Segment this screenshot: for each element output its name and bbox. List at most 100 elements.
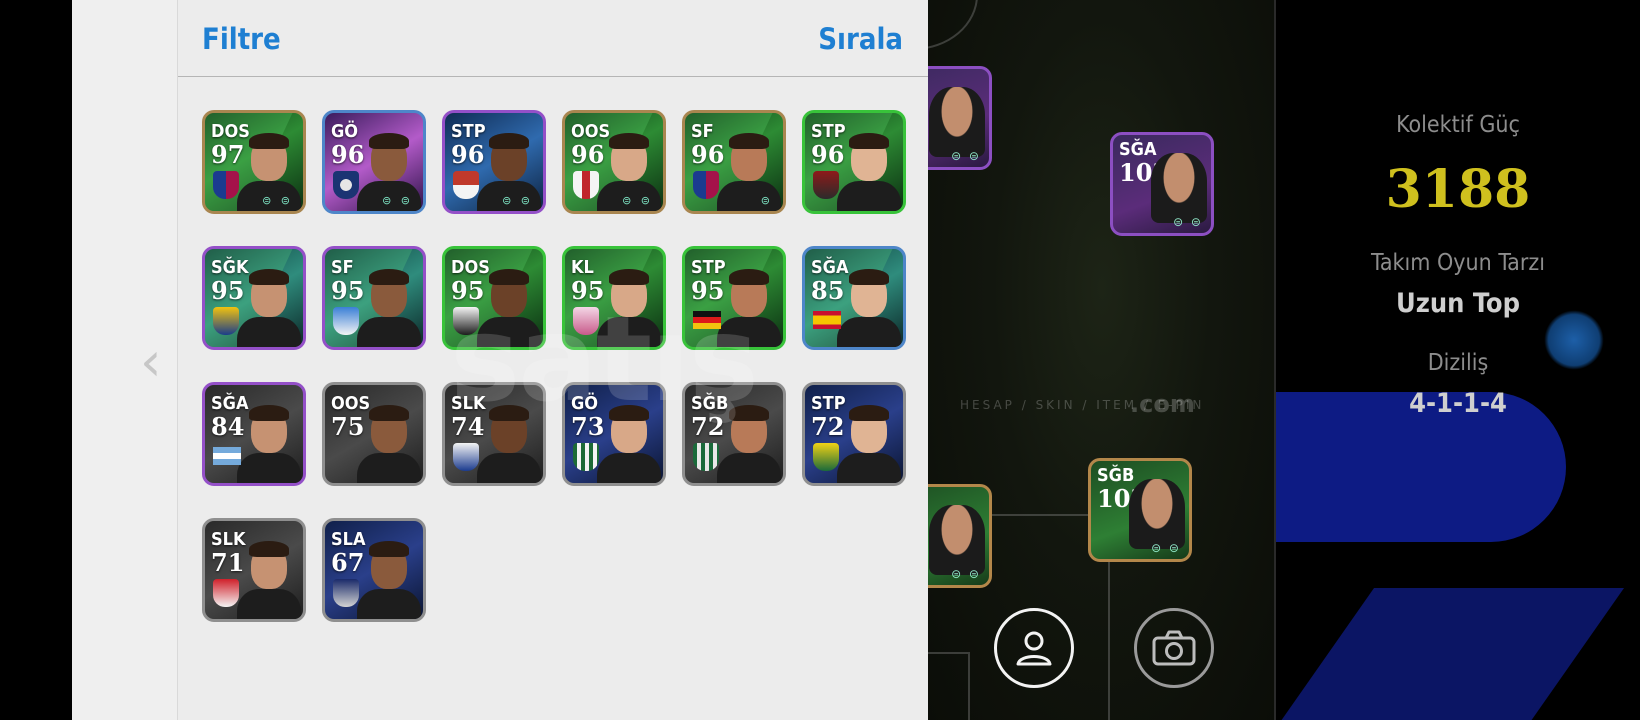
player-position: STP xyxy=(811,121,846,142)
player-rating: 95 xyxy=(451,276,485,305)
formation-value-row: 4-1-1-4 xyxy=(1276,388,1640,419)
player-card[interactable]: KL 95 xyxy=(562,246,666,350)
player-rating: 85 xyxy=(811,276,845,305)
skill-dots: ⊜ xyxy=(760,194,773,207)
pitch: ⊜ ⊜ SĞA 103 ⊜ ⊜ ⊜ ⊜ SĞB 103 ⊜ ⊜ xyxy=(928,0,1276,720)
player-rating: 95 xyxy=(331,276,365,305)
collective-power-value-row: 3188 xyxy=(1276,162,1640,218)
player-portrait xyxy=(357,539,421,619)
player-rating: 75 xyxy=(331,412,365,441)
player-card[interactable]: SLK 74 xyxy=(442,382,546,486)
nantes-club-badge-icon xyxy=(813,443,839,471)
squad-screen: ‹ Filtre Sırala DOS 97 ⊜ ⊜ GÖ 96 ⊜ ⊜ STP 96 ⊜ ⊜ O… xyxy=(0,0,1640,720)
panel-header: Filtre Sırala xyxy=(178,0,929,77)
player-position: DOS xyxy=(451,257,490,278)
player-position: KL xyxy=(571,257,594,278)
player-card[interactable]: SĞB 72 xyxy=(682,382,786,486)
white-crest-club-badge-icon xyxy=(453,307,479,335)
formation: Diziliş xyxy=(1276,350,1640,376)
profile-button[interactable] xyxy=(994,608,1074,688)
player-card[interactable]: STP 95 xyxy=(682,246,786,350)
player-face xyxy=(929,505,985,575)
red-shield-club-badge-icon xyxy=(813,171,839,199)
player-card[interactable]: OOS 75 xyxy=(322,382,426,486)
player-position: SĞK xyxy=(211,257,249,278)
player-rating: 96 xyxy=(451,140,485,169)
pitch-player-card[interactable]: ⊜ ⊜ xyxy=(928,484,992,588)
skill-dots: ⊜ ⊜ xyxy=(1173,215,1203,229)
player-position: SĞA xyxy=(1119,139,1157,160)
player-position: OOS xyxy=(571,121,611,142)
team-stats: Kolektif Güç 3188 Takım Oyun Tarzı Uzun … xyxy=(1276,0,1640,720)
red-white-club-badge-icon xyxy=(453,171,479,199)
player-card[interactable]: GÖ 73 xyxy=(562,382,666,486)
team-playstyle-value-row: Uzun Top xyxy=(1276,288,1640,319)
decor-shape xyxy=(1276,588,1625,720)
player-rating: 71 xyxy=(211,548,245,577)
player-face xyxy=(1129,479,1185,549)
player-card[interactable]: STP 72 xyxy=(802,382,906,486)
player-rating: 95 xyxy=(691,276,725,305)
filter-button[interactable]: Filtre xyxy=(202,22,281,56)
player-position: GÖ xyxy=(331,121,359,142)
player-portrait xyxy=(597,267,661,347)
barcelona-club-badge-icon xyxy=(213,171,239,199)
player-position: DOS xyxy=(211,121,250,142)
yellow-crest-club-badge-icon xyxy=(213,307,239,335)
player-portrait xyxy=(717,403,781,483)
player-rating: 72 xyxy=(811,412,845,441)
player-rating: 67 xyxy=(331,548,365,577)
chevron-left-icon[interactable]: ‹ xyxy=(140,330,162,393)
player-card[interactable]: SĞA 84 xyxy=(202,382,306,486)
player-position: GÖ xyxy=(571,393,599,414)
player-position: SĞA xyxy=(211,393,249,414)
collective-power: Kolektif Güç xyxy=(1276,112,1640,138)
player-face xyxy=(929,87,985,157)
player-position: STP xyxy=(811,393,846,414)
player-card[interactable]: SF 96 ⊜ xyxy=(682,110,786,214)
player-card[interactable]: DOS 95 xyxy=(442,246,546,350)
skill-dots: ⊜ ⊜ xyxy=(502,194,533,207)
player-portrait xyxy=(837,267,901,347)
player-card[interactable]: STP 96 ⊜ ⊜ xyxy=(442,110,546,214)
player-rating: 74 xyxy=(451,412,485,441)
player-card[interactable]: SĞA 85 xyxy=(802,246,906,350)
player-position: STP xyxy=(451,121,486,142)
player-portrait xyxy=(717,267,781,347)
pitch-line xyxy=(928,0,978,50)
player-card[interactable]: OOS 96 ⊜ ⊜ xyxy=(562,110,666,214)
player-portrait xyxy=(837,403,901,483)
player-card[interactable]: SLK 71 xyxy=(202,518,306,622)
skill-dots: ⊜ ⊜ xyxy=(1151,541,1181,555)
team-playstyle: Takım Oyun Tarzı xyxy=(1276,250,1640,276)
player-card[interactable]: SF 95 xyxy=(322,246,426,350)
player-position: STP xyxy=(691,257,726,278)
navy-crest-club-badge-icon xyxy=(333,579,359,607)
formation-label: Diziliş xyxy=(1427,350,1489,376)
player-portrait xyxy=(237,539,301,619)
player-position: SF xyxy=(331,257,354,278)
team-playstyle-label: Takım Oyun Tarzı xyxy=(1371,250,1545,276)
spain-flag-icon xyxy=(813,311,841,329)
player-rating: 84 xyxy=(211,412,245,441)
player-portrait xyxy=(837,131,901,211)
pink-crest-club-badge-icon xyxy=(573,307,599,335)
camera-button[interactable] xyxy=(1134,608,1214,688)
pitch-player-card[interactable]: SĞB 103 ⊜ ⊜ xyxy=(1088,458,1192,562)
pitch-line xyxy=(928,652,970,720)
player-card[interactable]: SĞK 95 xyxy=(202,246,306,350)
player-card[interactable]: GÖ 96 ⊜ ⊜ xyxy=(322,110,426,214)
player-card[interactable]: STP 96 xyxy=(802,110,906,214)
pitch-player-card[interactable]: ⊜ ⊜ xyxy=(928,66,992,170)
pitch-player-card[interactable]: SĞA 103 ⊜ ⊜ xyxy=(1110,132,1214,236)
player-portrait xyxy=(237,267,301,347)
player-rating: 96 xyxy=(331,140,365,169)
formation-value: 4-1-1-4 xyxy=(1409,388,1507,419)
player-card[interactable]: SLA 67 xyxy=(322,518,426,622)
player-grid: DOS 97 ⊜ ⊜ GÖ 96 ⊜ ⊜ STP 96 ⊜ ⊜ OOS 96 ⊜ ⊜ SF 96 ⊜ STP 9… xyxy=(202,110,906,622)
player-position: OOS xyxy=(331,393,371,414)
player-card[interactable]: DOS 97 ⊜ ⊜ xyxy=(202,110,306,214)
collective-power-label: Kolektif Güç xyxy=(1396,112,1520,138)
sort-button[interactable]: Sırala xyxy=(818,22,903,56)
player-position: SLK xyxy=(451,393,486,414)
